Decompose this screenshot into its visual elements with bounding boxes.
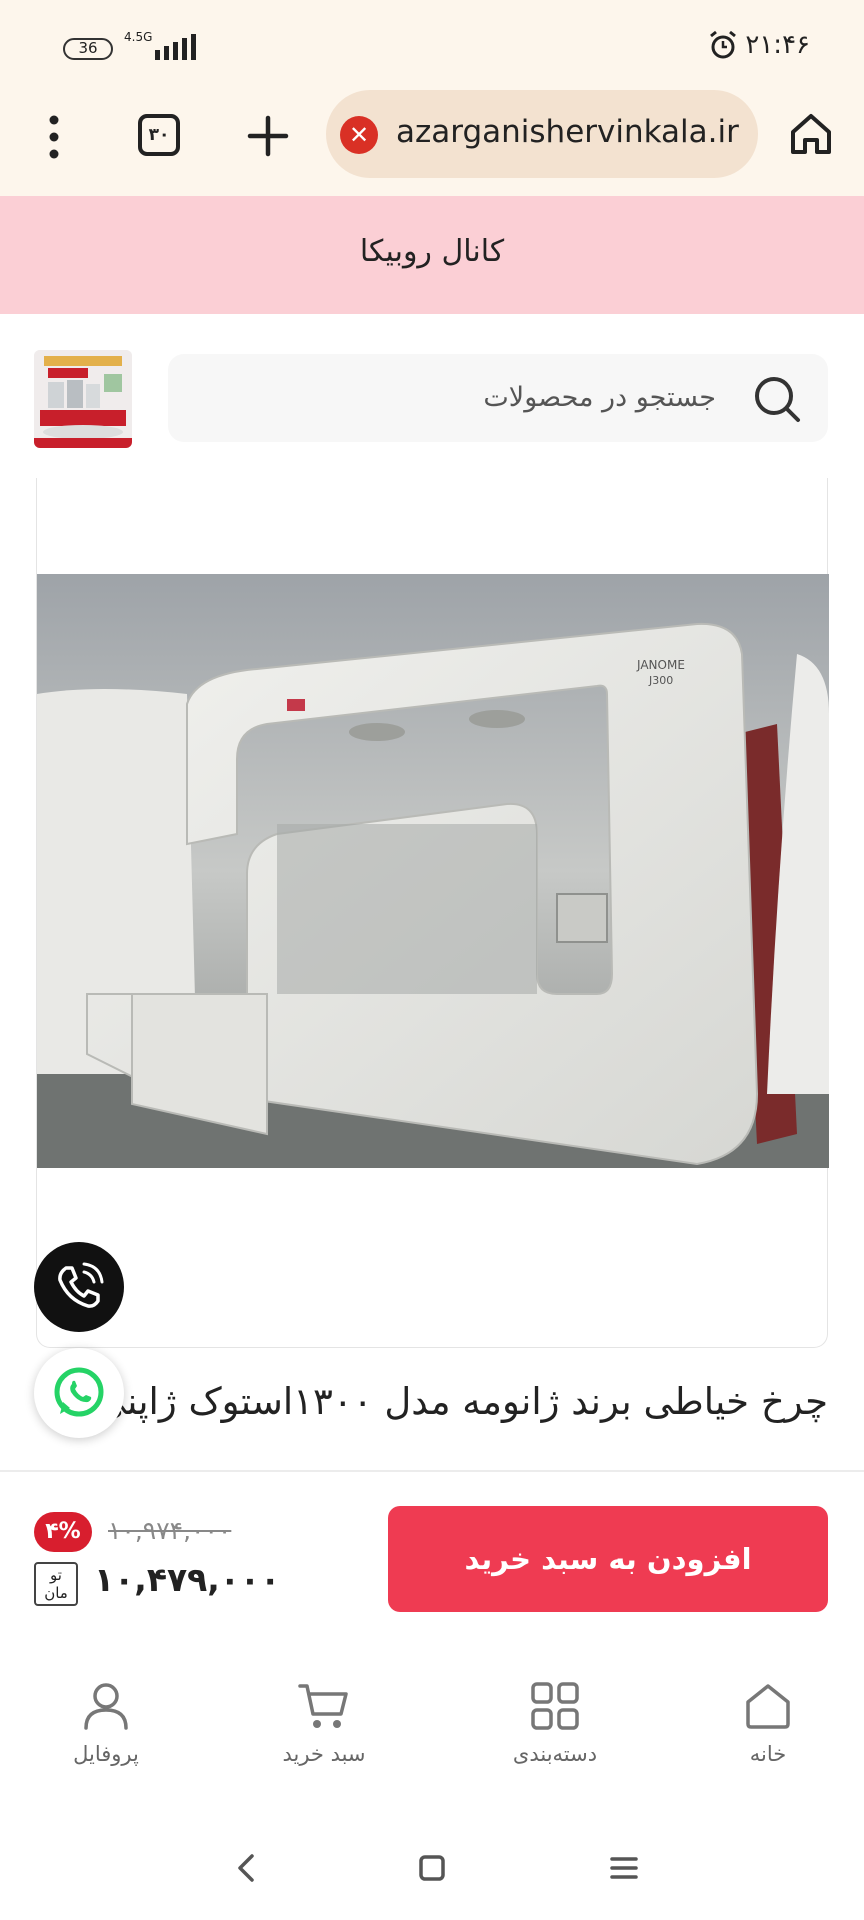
rubika-label[interactable]: کانال روبیکا	[0, 234, 864, 269]
clock: ۲۱:۴۶	[745, 30, 810, 60]
plus-icon[interactable]	[244, 112, 292, 160]
home-nav-icon	[746, 1684, 790, 1729]
divider	[0, 1470, 864, 1472]
product-title: چرخ خیاطی برند ژانومه مدل ۱۳۰۰استوک ژاپن…	[96, 1380, 828, 1423]
call-button[interactable]	[34, 1242, 124, 1332]
search-icon[interactable]	[752, 374, 802, 424]
product-card: JANOME J300	[36, 478, 829, 1348]
grid-icon	[531, 1682, 579, 1730]
alarm-icon	[710, 30, 736, 59]
currency-line-1: تو	[50, 1566, 62, 1584]
url-text[interactable]: azarganishervinkala.ir	[396, 114, 746, 150]
product-image[interactable]: JANOME J300	[37, 574, 829, 1168]
add-to-cart-button[interactable]: افزودن به سبد خرید	[388, 1506, 828, 1612]
whatsapp-icon	[54, 1367, 104, 1417]
rubika-banner[interactable]: کانال روبیکا	[0, 196, 864, 314]
whatsapp-button[interactable]	[34, 1348, 124, 1438]
nav-categories-label: دسته‌بندی	[512, 1742, 598, 1766]
old-price: ۱۰,۹۷۴,۰۰۰	[108, 1516, 232, 1545]
sewing-machine-photo: JANOME J300	[37, 574, 829, 1168]
menu-icon[interactable]	[36, 112, 72, 162]
home-icon[interactable]	[788, 110, 834, 156]
tabs-button[interactable]: ۳۰	[138, 114, 180, 156]
nav-cart-label: سبد خرید	[282, 1742, 366, 1766]
currency-label: تو مان	[34, 1562, 78, 1606]
recents-icon[interactable]	[604, 1848, 644, 1888]
battery-indicator: 36	[63, 38, 113, 60]
overview-icon[interactable]	[412, 1848, 452, 1888]
nav-home[interactable]: خانه	[688, 1680, 848, 1780]
phone-icon	[58, 1262, 104, 1308]
store-logo[interactable]	[34, 350, 132, 448]
svg-text:JANOME: JANOME	[636, 658, 685, 672]
store-logo-image	[34, 350, 132, 448]
nav-cart[interactable]: سبد خرید	[244, 1680, 404, 1780]
nav-categories[interactable]: دسته‌بندی	[475, 1680, 635, 1780]
address-bar[interactable]: ✕ azarganishervinkala.ir	[326, 90, 758, 178]
browser-toolbar: ۳۰ ✕ azarganishervinkala.ir	[0, 90, 864, 196]
nav-profile-label: پروفایل	[73, 1742, 139, 1766]
profile-icon	[84, 1683, 128, 1730]
nav-profile[interactable]: پروفایل	[26, 1680, 186, 1780]
back-icon[interactable]	[226, 1848, 266, 1888]
status-bar: 36 4.5G ۲۱:۴۶	[0, 0, 864, 90]
cart-icon	[298, 1684, 348, 1728]
nav-home-label: خانه	[749, 1742, 787, 1766]
network-type: 4.5G	[124, 30, 153, 44]
search-input[interactable]	[196, 372, 716, 422]
current-price: ۱۰,۴۷۹,۰۰۰	[94, 1560, 281, 1599]
signal-icon	[155, 34, 196, 60]
currency-line-2: مان	[44, 1584, 68, 1602]
discount-badge: ۴%	[34, 1512, 92, 1552]
search-box[interactable]	[168, 354, 828, 442]
svg-text:J300: J300	[648, 674, 673, 687]
insecure-icon[interactable]: ✕	[340, 116, 378, 154]
